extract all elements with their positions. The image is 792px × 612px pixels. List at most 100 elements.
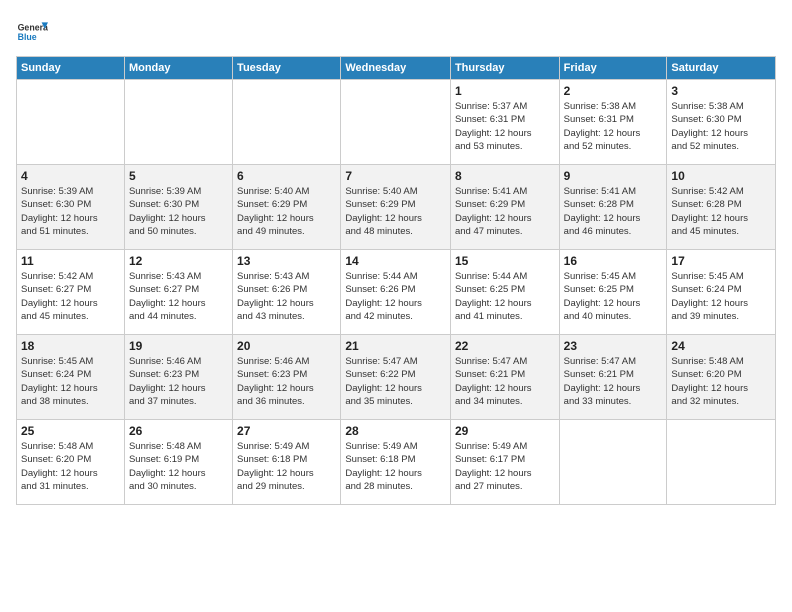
day-number: 19 [129, 339, 228, 353]
header-tuesday: Tuesday [233, 57, 341, 80]
header-sunday: Sunday [17, 57, 125, 80]
day-number: 8 [455, 169, 555, 183]
day-info: Sunrise: 5:49 AMSunset: 6:17 PMDaylight:… [455, 440, 555, 493]
day-info: Sunrise: 5:48 AMSunset: 6:20 PMDaylight:… [671, 355, 771, 408]
day-info: Sunrise: 5:41 AMSunset: 6:29 PMDaylight:… [455, 185, 555, 238]
day-info: Sunrise: 5:47 AMSunset: 6:21 PMDaylight:… [564, 355, 663, 408]
day-info: Sunrise: 5:39 AMSunset: 6:30 PMDaylight:… [21, 185, 120, 238]
day-info: Sunrise: 5:39 AMSunset: 6:30 PMDaylight:… [129, 185, 228, 238]
day-info: Sunrise: 5:44 AMSunset: 6:26 PMDaylight:… [345, 270, 446, 323]
calendar-cell: 5 Sunrise: 5:39 AMSunset: 6:30 PMDaylight… [124, 165, 232, 250]
day-number: 9 [564, 169, 663, 183]
day-number: 1 [455, 84, 555, 98]
calendar-cell: 12 Sunrise: 5:43 AMSunset: 6:27 PMDayligh… [124, 250, 232, 335]
day-info: Sunrise: 5:47 AMSunset: 6:21 PMDaylight:… [455, 355, 555, 408]
week-row-1: 1 Sunrise: 5:37 AMSunset: 6:31 PMDaylight… [17, 80, 776, 165]
day-info: Sunrise: 5:47 AMSunset: 6:22 PMDaylight:… [345, 355, 446, 408]
day-info: Sunrise: 5:48 AMSunset: 6:20 PMDaylight:… [21, 440, 120, 493]
day-info: Sunrise: 5:43 AMSunset: 6:26 PMDaylight:… [237, 270, 336, 323]
day-number: 23 [564, 339, 663, 353]
header-friday: Friday [559, 57, 667, 80]
day-info: Sunrise: 5:37 AMSunset: 6:31 PMDaylight:… [455, 100, 555, 153]
calendar-cell: 6 Sunrise: 5:40 AMSunset: 6:29 PMDaylight… [233, 165, 341, 250]
day-number: 18 [21, 339, 120, 353]
day-number: 24 [671, 339, 771, 353]
day-info: Sunrise: 5:45 AMSunset: 6:25 PMDaylight:… [564, 270, 663, 323]
calendar-cell: 3 Sunrise: 5:38 AMSunset: 6:30 PMDaylight… [667, 80, 776, 165]
calendar-cell: 27 Sunrise: 5:49 AMSunset: 6:18 PMDayligh… [233, 420, 341, 505]
day-number: 22 [455, 339, 555, 353]
calendar-cell [341, 80, 451, 165]
calendar-cell: 23 Sunrise: 5:47 AMSunset: 6:21 PMDayligh… [559, 335, 667, 420]
calendar-table: SundayMondayTuesdayWednesdayThursdayFrid… [16, 56, 776, 505]
day-number: 14 [345, 254, 446, 268]
calendar-cell [667, 420, 776, 505]
day-info: Sunrise: 5:46 AMSunset: 6:23 PMDaylight:… [129, 355, 228, 408]
day-number: 20 [237, 339, 336, 353]
day-number: 4 [21, 169, 120, 183]
calendar-cell [124, 80, 232, 165]
calendar-cell: 22 Sunrise: 5:47 AMSunset: 6:21 PMDayligh… [450, 335, 559, 420]
calendar-cell [559, 420, 667, 505]
day-number: 27 [237, 424, 336, 438]
calendar-cell: 29 Sunrise: 5:49 AMSunset: 6:17 PMDayligh… [450, 420, 559, 505]
day-info: Sunrise: 5:48 AMSunset: 6:19 PMDaylight:… [129, 440, 228, 493]
week-row-4: 18 Sunrise: 5:45 AMSunset: 6:24 PMDayligh… [17, 335, 776, 420]
day-info: Sunrise: 5:43 AMSunset: 6:27 PMDaylight:… [129, 270, 228, 323]
day-number: 3 [671, 84, 771, 98]
day-info: Sunrise: 5:49 AMSunset: 6:18 PMDaylight:… [345, 440, 446, 493]
calendar-cell: 17 Sunrise: 5:45 AMSunset: 6:24 PMDayligh… [667, 250, 776, 335]
week-row-5: 25 Sunrise: 5:48 AMSunset: 6:20 PMDayligh… [17, 420, 776, 505]
day-info: Sunrise: 5:40 AMSunset: 6:29 PMDaylight:… [345, 185, 446, 238]
day-info: Sunrise: 5:40 AMSunset: 6:29 PMDaylight:… [237, 185, 336, 238]
day-info: Sunrise: 5:42 AMSunset: 6:28 PMDaylight:… [671, 185, 771, 238]
calendar-cell: 26 Sunrise: 5:48 AMSunset: 6:19 PMDayligh… [124, 420, 232, 505]
day-number: 10 [671, 169, 771, 183]
day-number: 17 [671, 254, 771, 268]
day-number: 15 [455, 254, 555, 268]
calendar-cell: 15Sunrise: 5:44 AMSunset: 6:25 PMDayligh… [450, 250, 559, 335]
day-number: 5 [129, 169, 228, 183]
logo: General Blue [16, 16, 48, 48]
calendar-cell: 28 Sunrise: 5:49 AMSunset: 6:18 PMDayligh… [341, 420, 451, 505]
calendar-cell [233, 80, 341, 165]
header-saturday: Saturday [667, 57, 776, 80]
days-header-row: SundayMondayTuesdayWednesdayThursdayFrid… [17, 57, 776, 80]
calendar-cell: 18 Sunrise: 5:45 AMSunset: 6:24 PMDayligh… [17, 335, 125, 420]
day-number: 12 [129, 254, 228, 268]
calendar-cell: 21 Sunrise: 5:47 AMSunset: 6:22 PMDayligh… [341, 335, 451, 420]
calendar-cell: 10 Sunrise: 5:42 AMSunset: 6:28 PMDayligh… [667, 165, 776, 250]
calendar-cell: 1 Sunrise: 5:37 AMSunset: 6:31 PMDaylight… [450, 80, 559, 165]
calendar-cell: 24 Sunrise: 5:48 AMSunset: 6:20 PMDayligh… [667, 335, 776, 420]
header-wednesday: Wednesday [341, 57, 451, 80]
day-info: Sunrise: 5:46 AMSunset: 6:23 PMDaylight:… [237, 355, 336, 408]
calendar-cell: 2 Sunrise: 5:38 AMSunset: 6:31 PMDaylight… [559, 80, 667, 165]
header: General Blue [16, 16, 776, 48]
logo-icon: General Blue [16, 16, 48, 48]
calendar-cell: 13 Sunrise: 5:43 AMSunset: 6:26 PMDayligh… [233, 250, 341, 335]
day-info: Sunrise: 5:38 AMSunset: 6:30 PMDaylight:… [671, 100, 771, 153]
day-number: 2 [564, 84, 663, 98]
calendar-cell: 14 Sunrise: 5:44 AMSunset: 6:26 PMDayligh… [341, 250, 451, 335]
svg-text:Blue: Blue [18, 32, 37, 42]
day-number: 13 [237, 254, 336, 268]
day-number: 26 [129, 424, 228, 438]
day-info: Sunrise: 5:45 AMSunset: 6:24 PMDaylight:… [21, 355, 120, 408]
day-number: 28 [345, 424, 446, 438]
header-monday: Monday [124, 57, 232, 80]
day-number: 29 [455, 424, 555, 438]
day-number: 6 [237, 169, 336, 183]
day-info: Sunrise: 5:45 AMSunset: 6:24 PMDaylight:… [671, 270, 771, 323]
calendar-cell: 11Sunrise: 5:42 AMSunset: 6:27 PMDayligh… [17, 250, 125, 335]
day-info: Sunrise: 5:41 AMSunset: 6:28 PMDaylight:… [564, 185, 663, 238]
calendar-cell: 20 Sunrise: 5:46 AMSunset: 6:23 PMDayligh… [233, 335, 341, 420]
calendar-cell: 19 Sunrise: 5:46 AMSunset: 6:23 PMDayligh… [124, 335, 232, 420]
calendar-cell: 25 Sunrise: 5:48 AMSunset: 6:20 PMDayligh… [17, 420, 125, 505]
day-number: 7 [345, 169, 446, 183]
calendar-cell: 9 Sunrise: 5:41 AMSunset: 6:28 PMDaylight… [559, 165, 667, 250]
day-number: 25 [21, 424, 120, 438]
day-info: Sunrise: 5:49 AMSunset: 6:18 PMDaylight:… [237, 440, 336, 493]
day-info: Sunrise: 5:38 AMSunset: 6:31 PMDaylight:… [564, 100, 663, 153]
day-number: 21 [345, 339, 446, 353]
day-number: 16 [564, 254, 663, 268]
